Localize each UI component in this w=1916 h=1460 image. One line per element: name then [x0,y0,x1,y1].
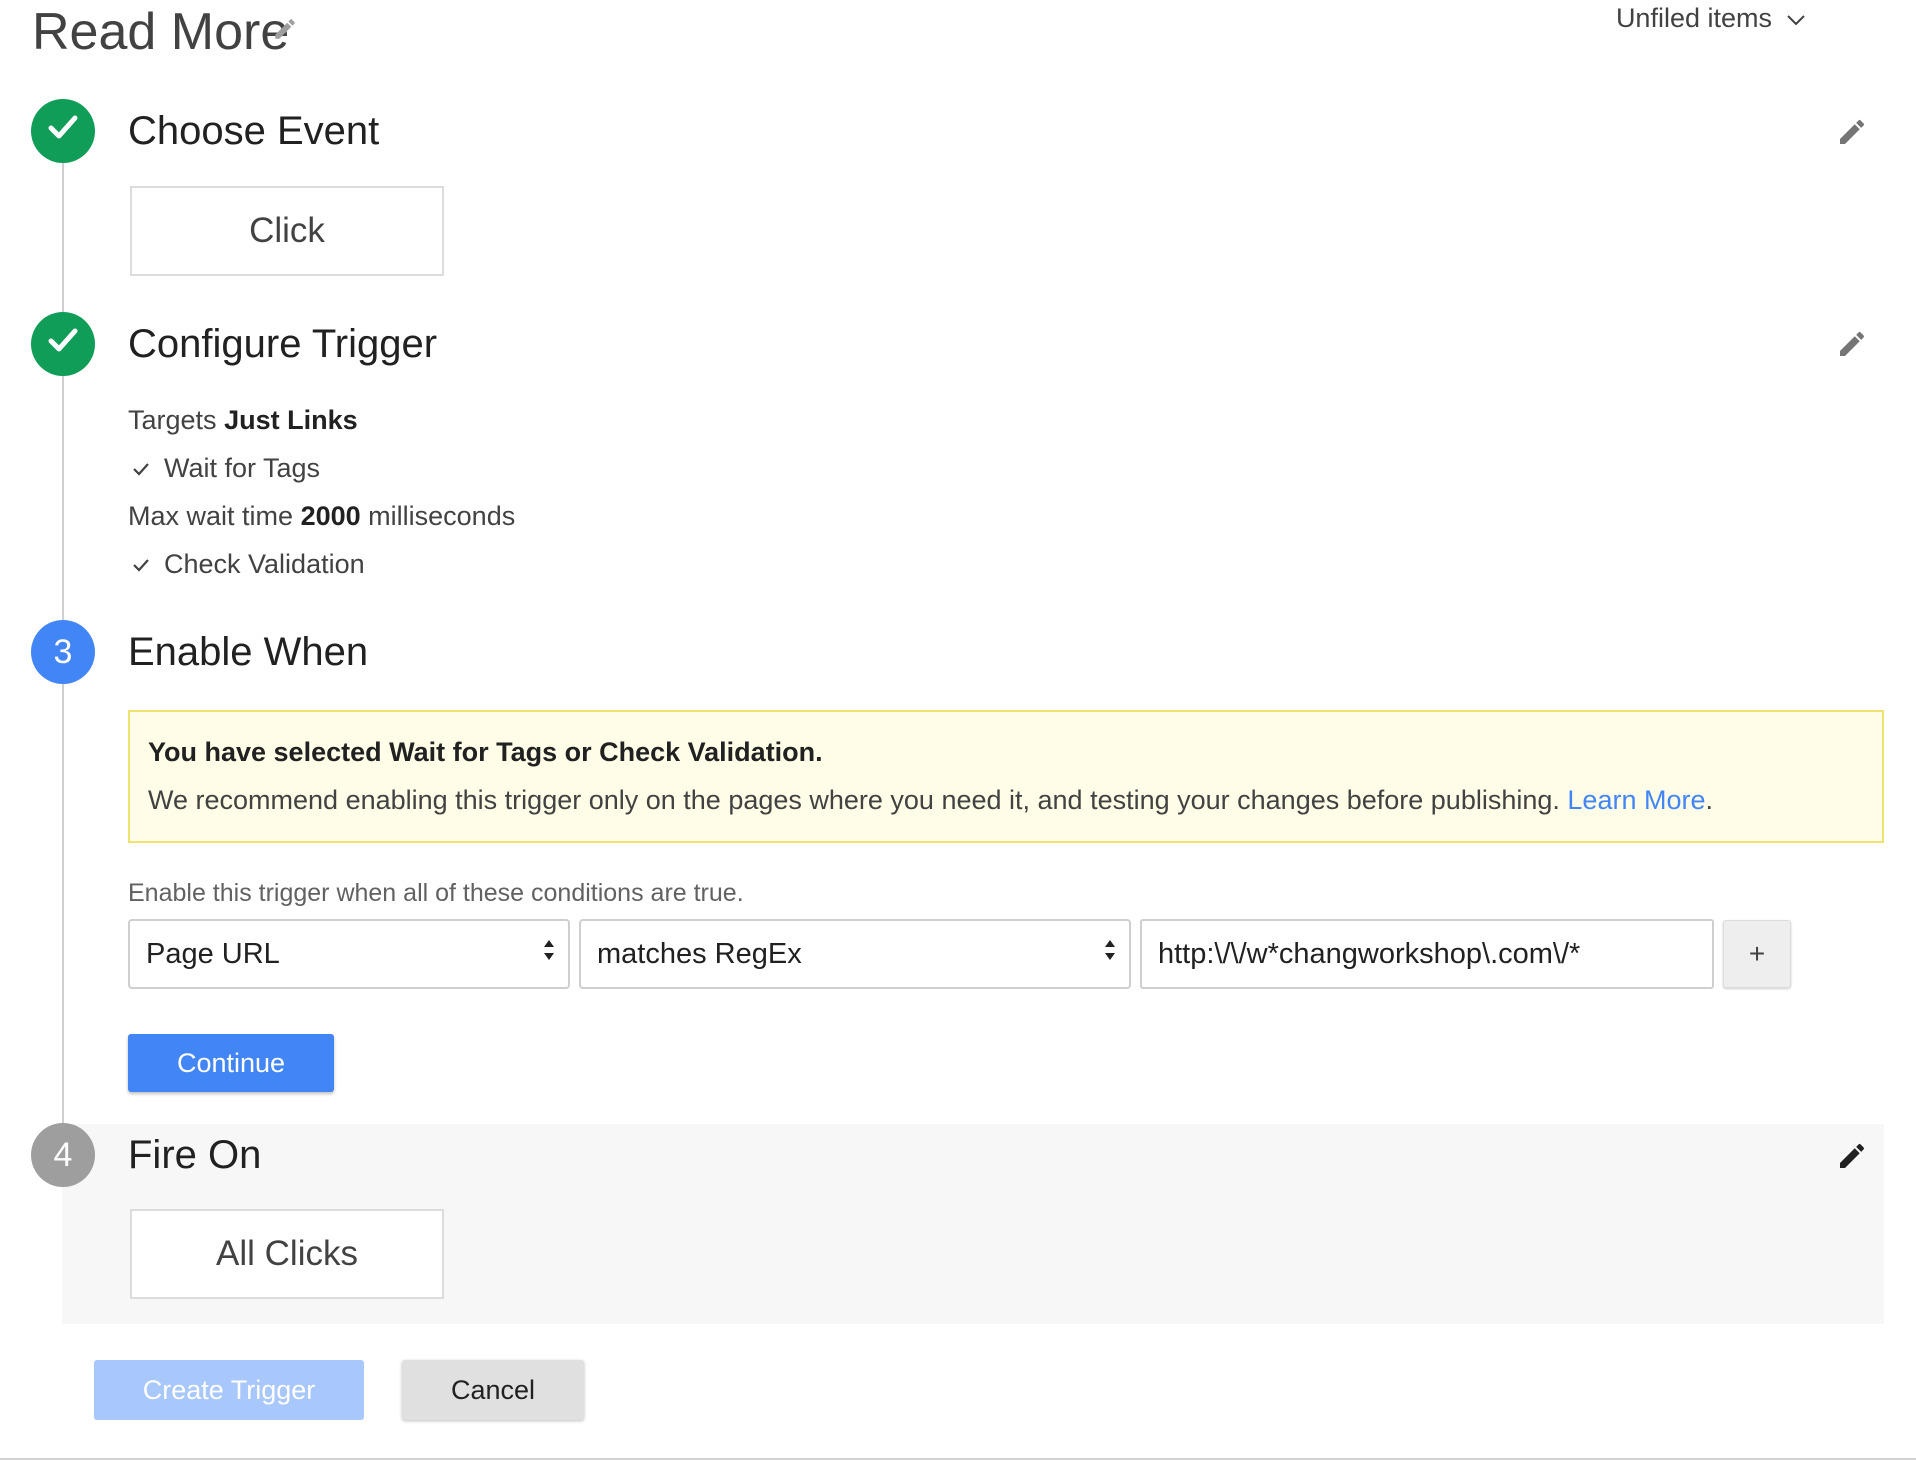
targets-line: Targets Just Links [128,402,358,438]
event-type-box: Click [130,186,444,276]
validation-warning-banner: You have selected Wait for Tags or Check… [128,710,1884,843]
add-condition-button[interactable]: + [1723,920,1791,988]
step-3-title: Enable When [128,630,369,674]
warning-body: We recommend enabling this trigger only … [148,782,1864,818]
step-3-active-badge: 3 [31,620,95,684]
step-1-title: Choose Event [128,109,380,153]
warning-body-text: We recommend enabling this trigger only … [148,785,1560,815]
fire-on-box: All Clicks [130,1209,444,1299]
create-trigger-button[interactable]: Create Trigger [94,1360,364,1420]
edit-event-pencil-icon[interactable] [1836,116,1868,148]
wait-for-tags-line: Wait for Tags [132,450,320,486]
step-2-title: Configure Trigger [128,322,438,366]
conditions-instruction: Enable this trigger when all of these co… [128,879,744,907]
targets-label: Targets [128,405,217,435]
learn-more-link[interactable]: Learn More [1567,785,1705,815]
targets-value: Just Links [224,405,358,435]
step-4-number: 4 [53,1135,73,1174]
variable-select[interactable]: Page URL [128,919,570,989]
warning-title: You have selected Wait for Tags or Check… [148,737,823,767]
trigger-name-title: Read More [32,3,290,61]
edit-config-pencil-icon[interactable] [1836,328,1868,360]
check-icon [43,320,83,369]
check-icon [43,107,83,156]
max-wait-label: Max wait time [128,501,294,531]
check-validation-line: Check Validation [132,546,365,582]
event-type-value: Click [249,211,325,250]
cancel-button[interactable]: Cancel [402,1360,584,1420]
sort-arrows-icon [542,936,556,972]
edit-fire-on-pencil-icon[interactable] [1836,1140,1868,1172]
step-3-number: 3 [53,632,73,671]
operator-select-value: matches RegEx [597,937,802,970]
step-4-pending-badge: 4 [31,1123,95,1187]
max-wait-unit: milliseconds [368,501,516,531]
checkmark-icon [132,546,150,582]
folder-dropdown[interactable]: Unfiled items [1616,0,1806,36]
step-1-complete-badge [31,99,95,163]
plus-icon: + [1748,938,1766,969]
folder-label: Unfiled items [1615,3,1772,33]
max-wait-line: Max wait time 2000 milliseconds [128,498,515,534]
wait-for-tags-label: Wait for Tags [164,453,321,483]
operator-select[interactable]: matches RegEx [579,919,1131,989]
warning-period: . [1705,785,1713,815]
checkmark-icon [132,450,150,486]
condition-value-input[interactable] [1140,919,1714,989]
rename-pencil-icon[interactable] [272,16,298,42]
variable-select-value: Page URL [146,937,280,970]
check-validation-label: Check Validation [164,549,365,579]
step-2-complete-badge [31,312,95,376]
chevron-down-icon [1786,0,1806,36]
step-4-title: Fire On [128,1133,262,1177]
sort-arrows-icon [1103,936,1117,972]
fire-on-value: All Clicks [216,1234,358,1273]
max-wait-value: 2000 [300,501,361,531]
continue-button[interactable]: Continue [128,1034,334,1092]
